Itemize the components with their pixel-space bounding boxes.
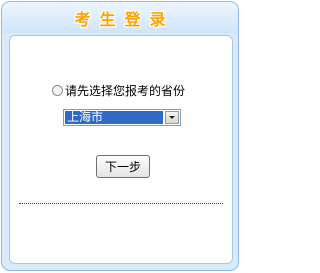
panel-header: 考生登录 (2, 2, 238, 33)
login-panel: 考生登录 请先选择您报考的省份 上海市 下一步 (1, 1, 239, 271)
radio-button[interactable] (52, 84, 63, 96)
panel-title: 考生登录 (74, 10, 175, 29)
dotted-divider (19, 203, 223, 204)
province-select[interactable]: 上海市 (63, 109, 181, 126)
province-select-value: 上海市 (65, 111, 163, 124)
next-button[interactable]: 下一步 (96, 155, 150, 178)
province-radio-row[interactable]: 请先选择您报考的省份 (52, 82, 185, 98)
form-area: 请先选择您报考的省份 上海市 下一步 (9, 35, 233, 264)
radio-label: 请先选择您报考的省份 (65, 83, 186, 98)
dropdown-arrow-icon[interactable] (165, 111, 179, 124)
